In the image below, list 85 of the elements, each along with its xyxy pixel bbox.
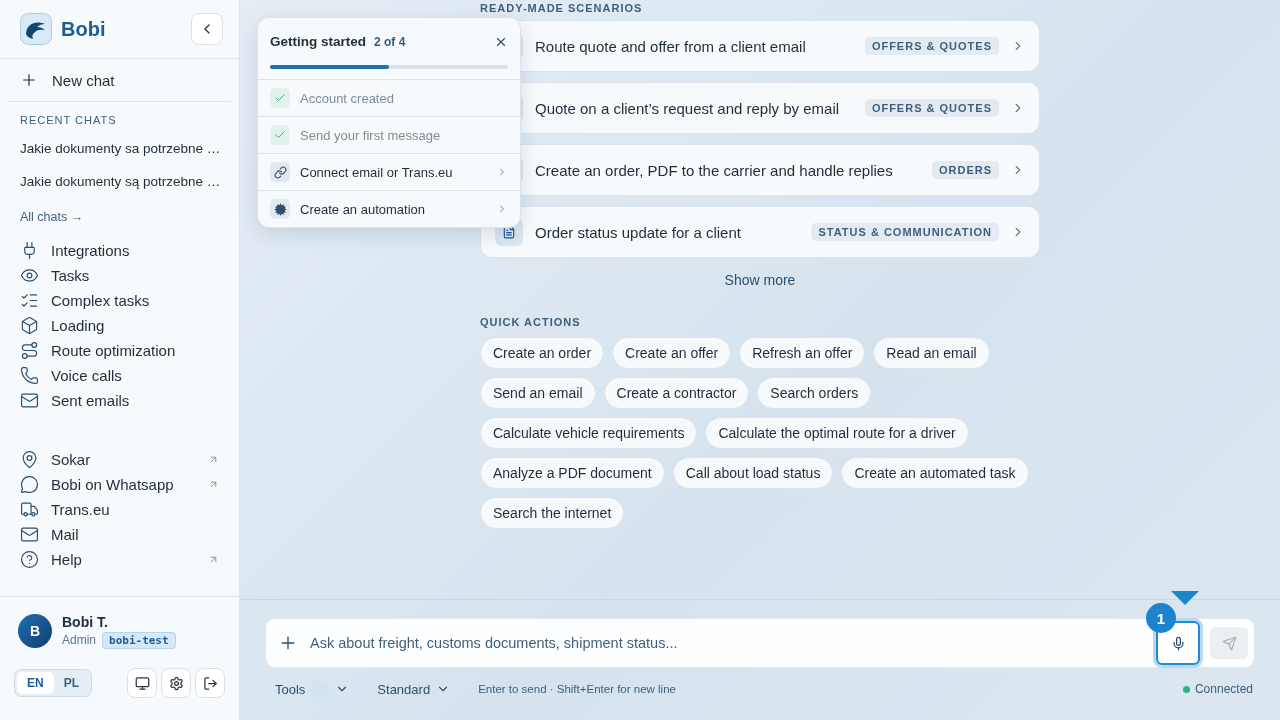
quick-action-chip[interactable]: Search the internet	[480, 497, 625, 529]
section-heading: RECENT CHATS	[19, 113, 118, 128]
chat-bubble-icon	[20, 475, 39, 494]
help-icon	[20, 550, 39, 569]
nav-item[interactable]: Bobi on Whatsapp	[0, 472, 239, 497]
scenario-card[interactable]: Order status update for a client STATUS & COMMUNICATION	[480, 206, 1040, 258]
category-tag: ORDERS	[931, 161, 999, 179]
scenario-title: Order status update for a client	[535, 223, 742, 241]
check-icon	[270, 125, 290, 145]
logout-icon	[202, 675, 218, 691]
nav-item[interactable]: Integrations	[0, 238, 239, 263]
quick-action-chip[interactable]: Call about load status	[672, 457, 834, 489]
language-option[interactable]: PL	[53, 672, 89, 694]
nav-item[interactable]: Voice calls	[0, 363, 239, 388]
keyboard-hint: Enter to send · Shift+Enter for new line	[478, 683, 677, 695]
quick-action-chip[interactable]: Create a contractor	[603, 377, 750, 409]
quick-action-chip[interactable]: Analyze a PDF document	[480, 457, 665, 489]
check-icon	[270, 88, 290, 108]
user-name: Bobi T.	[62, 614, 109, 630]
checklist-icon	[20, 291, 39, 310]
quick-action-chip[interactable]: Create an order	[480, 337, 605, 369]
popover-title: Getting started	[270, 34, 366, 49]
gear-icon	[270, 199, 290, 219]
section-heading: READY-MADE SCENARIOS	[480, 2, 644, 14]
nav-item[interactable]: Complex tasks	[0, 288, 239, 313]
recent-chat-link[interactable]: Jakie dokumenty sa potrzebne …	[0, 132, 239, 165]
scenario-title: Create an order, PDF to the carrier and handle replies	[535, 161, 894, 179]
new-chat-button[interactable]: New chat	[8, 59, 231, 102]
settings-icon	[168, 675, 184, 691]
progress-count: 2 of 4	[374, 34, 407, 49]
nav-item[interactable]: Route optimization	[0, 338, 239, 363]
step-badge: 1	[1146, 603, 1176, 633]
truck-icon	[20, 500, 39, 519]
quick-action-chip[interactable]: Search orders	[757, 377, 872, 409]
send-icon	[1221, 635, 1237, 651]
quick-action-chip[interactable]: Calculate the optimal route for a driver	[705, 417, 969, 449]
quick-action-chip[interactable]: Create an offer	[612, 337, 732, 369]
mode-dropdown[interactable]: Standard	[377, 681, 451, 697]
nav-item[interactable]: Tasks	[0, 263, 239, 288]
box-icon	[20, 316, 39, 335]
workspace-tag: bobi-test	[102, 632, 176, 649]
section-heading: QUICK ACTIONS	[480, 316, 582, 328]
scenario-title: Route quote and offer from a client email	[535, 37, 807, 55]
connection-status: Connected	[1182, 682, 1253, 696]
mail-icon	[20, 525, 39, 544]
logo-icon	[20, 13, 52, 45]
phone-icon	[20, 366, 39, 385]
nav-item[interactable]: Trans.eu	[0, 497, 239, 522]
quick-action-chip[interactable]: Create an automated task	[841, 457, 1029, 489]
language-option[interactable]: EN	[17, 672, 54, 694]
category-tag: OFFERS & QUOTES	[864, 99, 999, 117]
scenario-title: Quote on a client’s request and reply by email	[535, 99, 841, 117]
nav-item[interactable]: Sokar	[0, 447, 239, 472]
quick-action-chip[interactable]: Send an email	[480, 377, 596, 409]
map-pin-icon	[20, 450, 39, 469]
nav-item[interactable]: Sent emails	[0, 388, 239, 413]
category-tag: OFFERS & QUOTES	[864, 37, 999, 55]
checklist-step[interactable]: Connect email or Trans.eu	[258, 153, 520, 190]
show-more-link[interactable]: Show more	[724, 272, 796, 288]
tools-dropdown[interactable]: Tools	[275, 680, 350, 698]
settings-button[interactable]	[161, 668, 191, 698]
plus-icon	[20, 71, 38, 89]
nav-item[interactable]: Mail	[0, 522, 239, 547]
brand-name: Bobi	[61, 17, 106, 41]
route-icon	[20, 341, 39, 360]
user-role: Admin	[62, 633, 96, 647]
message-field[interactable]: Ask about freight, customs documents, shipment status...	[308, 634, 1146, 652]
eye-icon	[20, 266, 39, 285]
monitor-icon	[134, 675, 150, 691]
quick-action-chip[interactable]: Calculate vehicle requirements	[480, 417, 698, 449]
all-chats-link[interactable]: All chats →	[0, 198, 239, 238]
recent-chat-link[interactable]: Jakie dokumenty są potrzebne …	[0, 165, 239, 198]
display-button[interactable]	[127, 668, 157, 698]
mail-icon	[20, 391, 39, 410]
link-icon	[270, 162, 290, 182]
nav-item[interactable]: Help	[0, 547, 239, 572]
pointer-arrow-icon	[1171, 591, 1199, 605]
nav-item[interactable]: Loading	[0, 313, 239, 338]
microphone-icon	[1170, 635, 1186, 651]
user-avatar: B	[18, 614, 52, 648]
checklist-step[interactable]: Create an automation	[258, 190, 520, 227]
quick-action-chip[interactable]: Read an email	[873, 337, 990, 369]
category-tag: STATUS & COMMUNICATION	[811, 223, 999, 241]
logout-button[interactable]	[195, 668, 225, 698]
quick-action-chip[interactable]: Refresh an offer	[739, 337, 866, 369]
